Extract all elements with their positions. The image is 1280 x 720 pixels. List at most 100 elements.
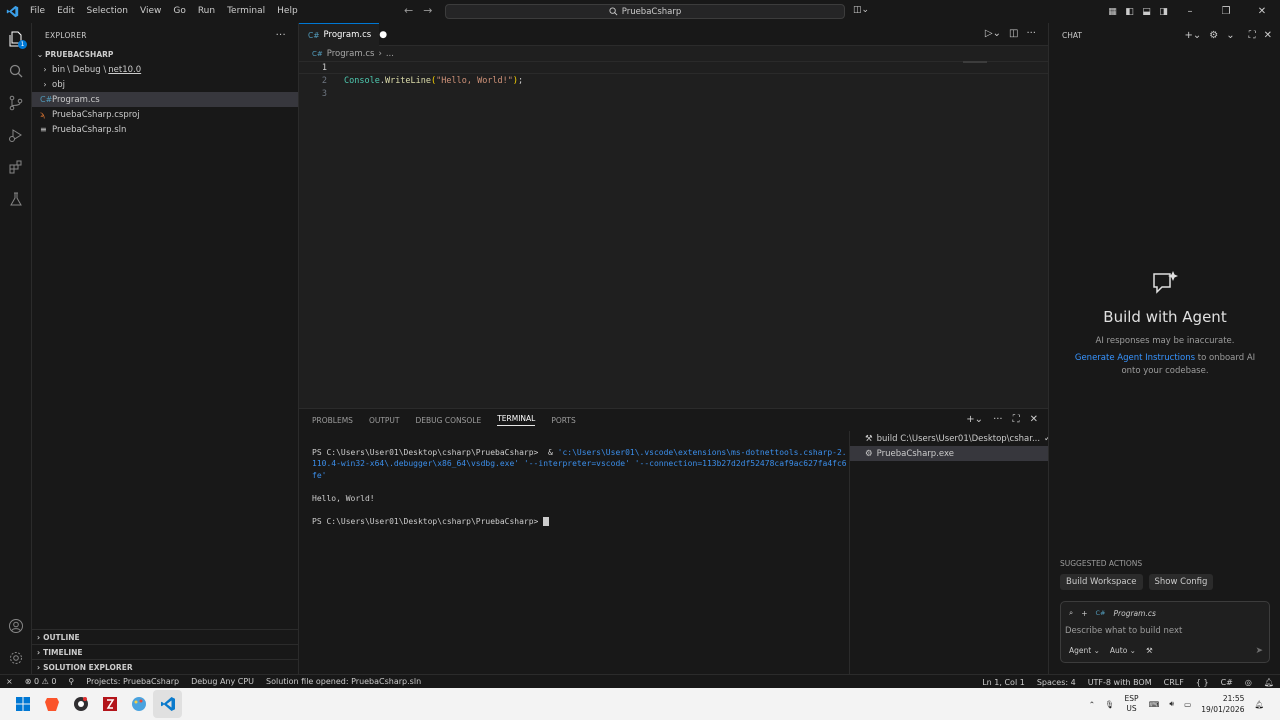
chat-input-box[interactable]: ⌕ + C# Program.cs Describe what to build… bbox=[1060, 601, 1270, 663]
copilot-icon[interactable]: ◫⌄ bbox=[853, 5, 869, 15]
show-config-button[interactable]: Show Config bbox=[1148, 574, 1214, 590]
tree-item-bin[interactable]: › bin \ Debug \ net10.0 bbox=[32, 62, 298, 77]
close-icon[interactable]: ✕ bbox=[1264, 30, 1272, 41]
config-status[interactable]: Debug Any CPU bbox=[185, 677, 260, 686]
code-editor[interactable]: 1 2 Console.WriteLine("Hello, World!"); … bbox=[299, 61, 1048, 100]
obs-icon[interactable] bbox=[66, 690, 95, 718]
menu-terminal[interactable]: Terminal bbox=[221, 0, 271, 23]
toggle-sidebar-icon[interactable]: ◧ bbox=[1121, 7, 1138, 17]
tab-ports[interactable]: PORTS bbox=[551, 416, 575, 425]
more-actions-icon[interactable]: ··· bbox=[276, 30, 286, 41]
run-debug-icon[interactable] bbox=[6, 125, 26, 145]
context-file-chip[interactable]: Program.cs bbox=[1114, 609, 1156, 618]
tree-item-sln[interactable]: ≡ PruebaCsharp.sln bbox=[32, 122, 298, 137]
unsaved-dot-icon[interactable]: ● bbox=[379, 30, 387, 40]
minimize-icon[interactable]: – bbox=[1172, 6, 1208, 17]
maximize-icon[interactable]: ⛶ bbox=[1249, 30, 1256, 41]
tree-item-csproj[interactable]: ϡ PruebaCsharp.csproj bbox=[32, 107, 298, 122]
vscode-taskbar-icon[interactable] bbox=[153, 690, 182, 718]
tree-item-program-cs[interactable]: C# Program.cs bbox=[32, 92, 298, 107]
run-icon[interactable]: ▷⌄ bbox=[985, 28, 1001, 39]
terminal-output[interactable]: PS C:\Users\User01\Desktop\csharp\Prueba… bbox=[312, 435, 848, 550]
customize-layout-icon[interactable]: ▦ bbox=[1104, 7, 1121, 17]
remote-icon[interactable]: ⨯ bbox=[0, 677, 19, 686]
volume-icon[interactable]: 🔊︎ bbox=[1169, 699, 1174, 709]
tab-program-cs[interactable]: C# Program.cs ● bbox=[299, 23, 387, 46]
split-editor-icon[interactable]: ◫ bbox=[1009, 28, 1018, 39]
menu-selection[interactable]: Selection bbox=[81, 0, 134, 23]
gear-icon[interactable] bbox=[6, 648, 26, 668]
command-center[interactable]: PruebaCsharp bbox=[445, 4, 845, 19]
restore-icon[interactable]: ❐ bbox=[1208, 6, 1244, 17]
model-dropdown[interactable]: Auto ⌄ bbox=[1110, 646, 1136, 655]
indentation[interactable]: Spaces: 4 bbox=[1031, 678, 1082, 687]
breadcrumb-more[interactable]: ... bbox=[386, 49, 394, 59]
tab-debug-console[interactable]: DEBUG CONSOLE bbox=[416, 416, 482, 425]
battery-icon[interactable]: ▭ bbox=[1184, 700, 1191, 709]
extensions-icon[interactable] bbox=[6, 157, 26, 177]
attach-icon[interactable]: ⌕ bbox=[1069, 608, 1073, 618]
back-arrow-icon[interactable]: ← bbox=[404, 4, 413, 17]
brave-browser-icon[interactable] bbox=[37, 690, 66, 718]
menu-view[interactable]: View bbox=[134, 0, 167, 23]
solution-explorer-section[interactable]: › SOLUTION EXPLORER bbox=[32, 659, 298, 674]
tree-root[interactable]: ⌄ PRUEBACSHARP bbox=[32, 47, 298, 62]
language-mode[interactable]: C# bbox=[1215, 678, 1239, 687]
filezilla-icon[interactable] bbox=[95, 690, 124, 718]
terminal-list-item[interactable]: ⚙ PruebaCsharp.exe bbox=[850, 446, 1048, 461]
outline-section[interactable]: › OUTLINE bbox=[32, 629, 298, 644]
tab-terminal[interactable]: TERMINAL bbox=[497, 414, 536, 426]
search-view-icon[interactable] bbox=[6, 61, 26, 81]
chat-input[interactable]: Describe what to build next bbox=[1065, 626, 1182, 636]
agent-mode-dropdown[interactable]: Agent ⌄ bbox=[1069, 646, 1100, 655]
forward-arrow-icon[interactable]: → bbox=[423, 4, 432, 17]
testing-icon[interactable] bbox=[6, 189, 26, 209]
more-actions-icon[interactable]: ⌄ bbox=[1226, 30, 1234, 41]
terminal-list-item[interactable]: ⚒ build C:\Users\User01\Desktop\cshar...… bbox=[850, 431, 1048, 446]
minimap[interactable] bbox=[963, 61, 987, 63]
notifications-icon[interactable]: 🔔︎ bbox=[1258, 678, 1280, 687]
menu-run[interactable]: Run bbox=[192, 0, 221, 23]
more-actions-icon[interactable]: ··· bbox=[1026, 28, 1036, 39]
notification-bell-icon[interactable]: 🔔︎ bbox=[1254, 700, 1264, 709]
projects-status[interactable]: Projects: PruebaCsharp bbox=[80, 677, 185, 686]
tree-item-obj[interactable]: › obj bbox=[32, 77, 298, 92]
tab-problems[interactable]: PROBLEMS bbox=[312, 416, 353, 425]
debug-icon[interactable]: ⚲ bbox=[62, 677, 80, 686]
copilot-status-icon[interactable]: ◎ bbox=[1239, 678, 1258, 687]
add-context-icon[interactable]: + bbox=[1081, 609, 1087, 618]
source-control-icon[interactable] bbox=[6, 93, 26, 113]
new-chat-icon[interactable]: +⌄ bbox=[1184, 30, 1201, 41]
problems-status[interactable]: ⊗ 0 ⚠ 0 bbox=[19, 677, 63, 686]
tab-output[interactable]: OUTPUT bbox=[369, 416, 400, 425]
network-icon[interactable]: ⌨ bbox=[1149, 700, 1160, 709]
clock[interactable]: 21:55 19/01/2026 bbox=[1201, 693, 1244, 715]
send-icon[interactable]: ➤ bbox=[1255, 646, 1263, 656]
timeline-section[interactable]: › TIMELINE bbox=[32, 644, 298, 659]
tools-icon[interactable]: ⚒ bbox=[1146, 646, 1153, 655]
windows-start-icon[interactable] bbox=[8, 690, 37, 718]
menu-help[interactable]: Help bbox=[271, 0, 304, 23]
build-workspace-button[interactable]: Build Workspace bbox=[1060, 574, 1143, 590]
toggle-panel-icon[interactable]: ⬓ bbox=[1138, 7, 1155, 17]
breadcrumb-file[interactable]: Program.cs bbox=[327, 49, 375, 59]
language-braces[interactable]: { } bbox=[1190, 678, 1215, 687]
menu-file[interactable]: File bbox=[24, 0, 51, 23]
line-ending[interactable]: CRLF bbox=[1158, 678, 1190, 687]
close-window-icon[interactable]: ✕ bbox=[1244, 6, 1280, 17]
cursor-position[interactable]: Ln 1, Col 1 bbox=[976, 678, 1031, 687]
maximize-panel-icon[interactable]: ⛶ bbox=[1013, 414, 1020, 425]
more-actions-icon[interactable]: ··· bbox=[993, 414, 1003, 425]
close-panel-icon[interactable]: ✕ bbox=[1030, 414, 1038, 425]
account-icon[interactable] bbox=[6, 616, 26, 636]
new-terminal-icon[interactable]: +⌄ bbox=[966, 414, 983, 425]
generate-instructions-link[interactable]: Generate Agent Instructions bbox=[1075, 353, 1195, 363]
explorer-icon[interactable]: 1 bbox=[6, 29, 27, 49]
microphone-icon[interactable]: 🎙︎ bbox=[1105, 700, 1115, 709]
chevron-up-icon[interactable]: ⌃ bbox=[1089, 700, 1095, 709]
paint-icon[interactable] bbox=[124, 690, 153, 718]
toggle-secondary-sidebar-icon[interactable]: ◨ bbox=[1155, 7, 1172, 17]
menu-go[interactable]: Go bbox=[167, 0, 191, 23]
input-language[interactable]: ESP US bbox=[1125, 694, 1139, 714]
gear-icon[interactable]: ⚙ bbox=[1209, 30, 1218, 41]
